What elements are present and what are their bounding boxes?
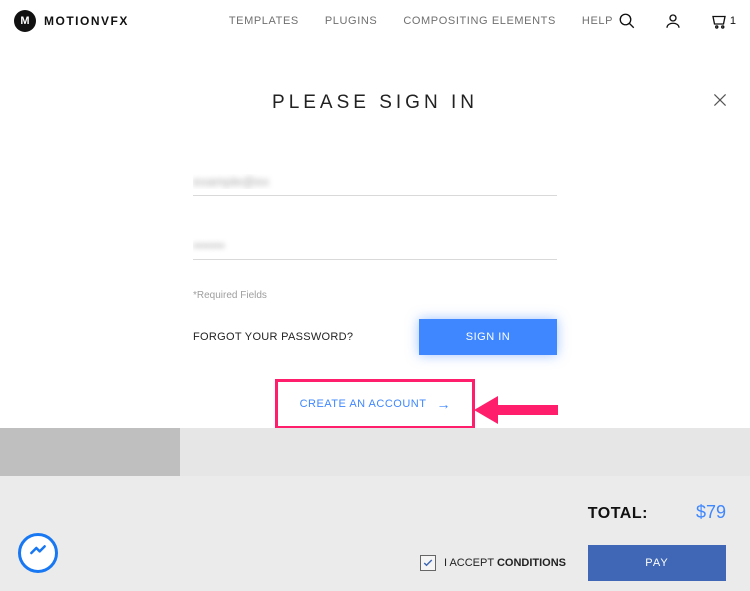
cart-button[interactable]: 1 (710, 12, 736, 30)
accept-prefix: I ACCEPT (444, 557, 497, 569)
form-actions: FORGOT YOUR PASSWORD? SIGN IN (193, 319, 557, 355)
forgot-password-link[interactable]: FORGOT YOUR PASSWORD? (193, 331, 353, 343)
modal-title: PLEASE SIGN IN (0, 92, 750, 114)
main-nav: TEMPLATES PLUGINS COMPOSITING ELEMENTS H… (229, 15, 613, 27)
signin-button[interactable]: SIGN IN (419, 319, 557, 355)
header-right: 1 (618, 12, 736, 30)
header: M MOTIONVFX TEMPLATES PLUGINS COMPOSITIN… (0, 0, 750, 42)
logo[interactable]: M MOTIONVFX (14, 10, 129, 32)
email-field[interactable] (193, 170, 557, 196)
logo-icon: M (14, 10, 36, 32)
accept-text: I ACCEPT CONDITIONS (444, 557, 566, 569)
total-amount: $79 (696, 502, 726, 523)
pay-button[interactable]: PAY (588, 545, 726, 581)
password-field[interactable] (193, 234, 557, 260)
required-note: *Required Fields (193, 290, 557, 301)
divider-band (0, 428, 750, 476)
pay-row: I ACCEPT CONDITIONS PAY (0, 545, 726, 581)
nav-compositing[interactable]: COMPOSITING ELEMENTS (403, 15, 556, 27)
total-label: TOTAL: (588, 505, 648, 523)
checkout-bar: TOTAL: $79 I ACCEPT CONDITIONS PAY (0, 476, 750, 591)
search-icon[interactable] (618, 12, 636, 30)
close-icon[interactable] (712, 92, 728, 113)
divider-inner (180, 428, 750, 476)
brand-name: MOTIONVFX (44, 14, 129, 28)
accept-checkbox[interactable] (420, 555, 436, 571)
nav-plugins[interactable]: PLUGINS (325, 15, 378, 27)
total-row: TOTAL: $79 (0, 502, 726, 523)
arrow-right-icon: → (436, 396, 450, 412)
cart-count: 1 (730, 15, 736, 27)
accept-bold: CONDITIONS (497, 557, 566, 569)
cart-icon (710, 12, 728, 30)
nav-templates[interactable]: TEMPLATES (229, 15, 299, 27)
account-icon[interactable] (664, 12, 682, 30)
create-account-button[interactable]: CREATE AN ACCOUNT → (275, 379, 476, 429)
accept-conditions[interactable]: I ACCEPT CONDITIONS (420, 555, 566, 571)
signin-form: *Required Fields FORGOT YOUR PASSWORD? S… (193, 170, 557, 429)
messenger-icon[interactable] (18, 533, 58, 573)
create-account-label: CREATE AN ACCOUNT (300, 398, 427, 410)
annotation-arrow-icon (470, 392, 560, 433)
nav-help[interactable]: HELP (582, 15, 613, 27)
logo-letter: M (20, 15, 29, 27)
signin-modal: PLEASE SIGN IN *Required Fields FORGOT Y… (0, 42, 750, 428)
